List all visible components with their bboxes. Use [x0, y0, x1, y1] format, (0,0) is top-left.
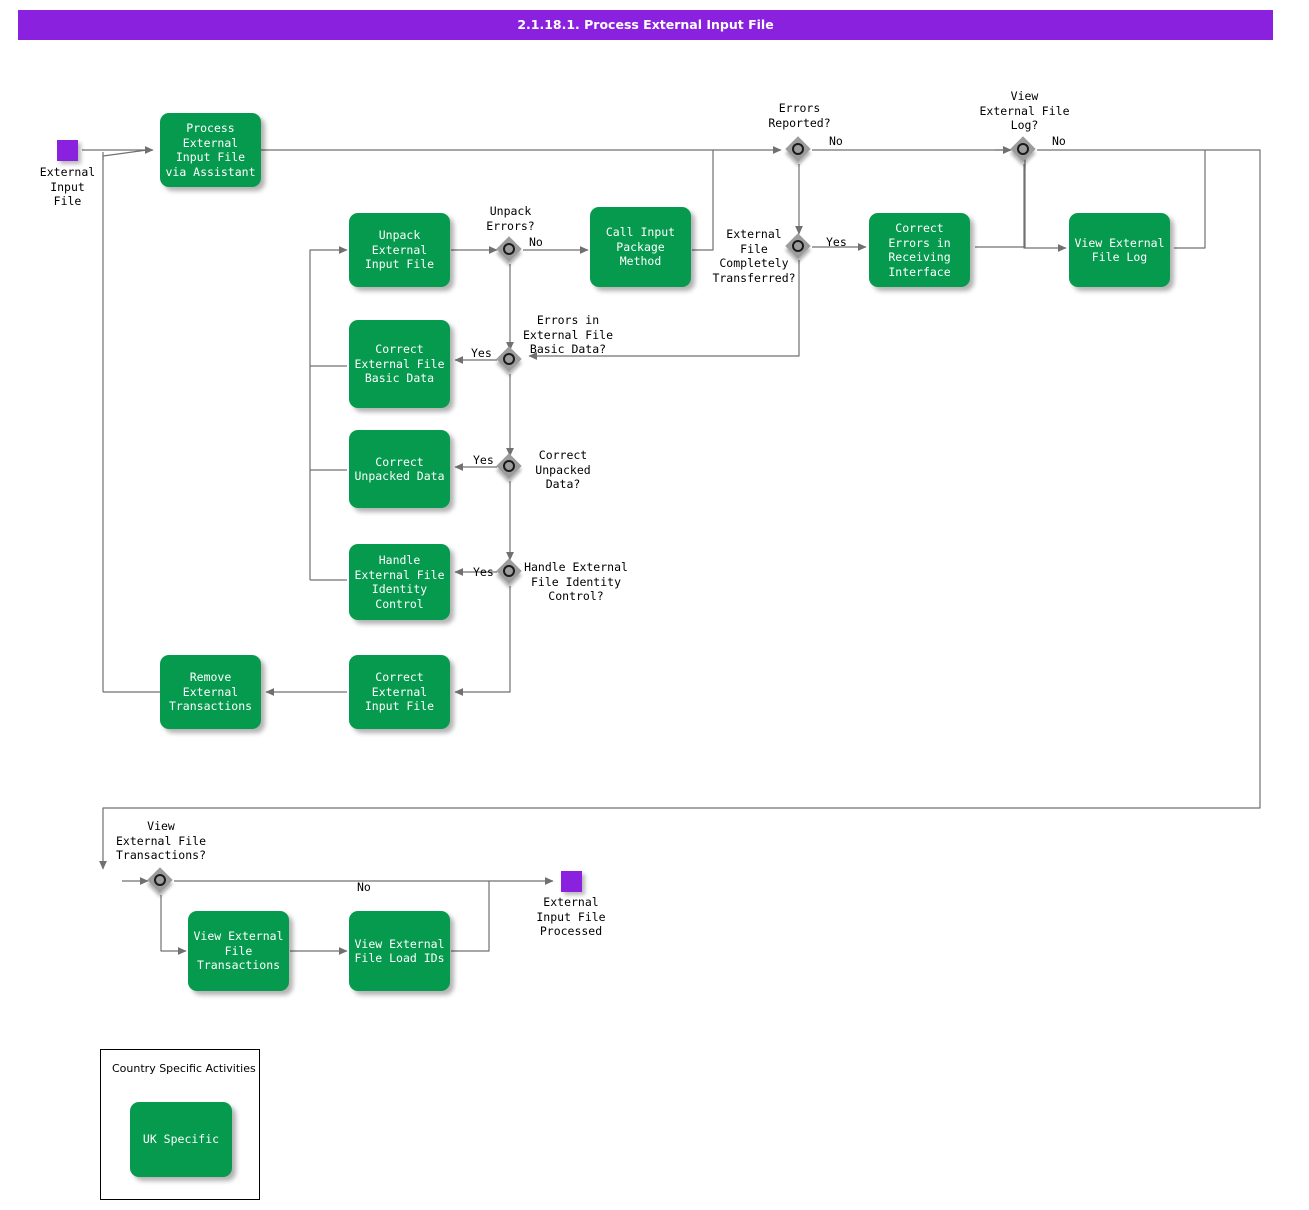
activity-label: Remove External Transactions	[165, 670, 256, 714]
activity-correct-external-input-file[interactable]: Correct External Input File	[349, 655, 450, 729]
edge-label-errors-reported-no: No	[829, 134, 843, 149]
diagram-title-bar: 2.1.18.1. Process External Input File	[18, 10, 1273, 40]
edge-label-view-transactions-no: No	[357, 880, 371, 895]
activity-label: Correct External Input File	[354, 670, 445, 714]
page-title: 2.1.18.1. Process External Input File	[18, 17, 1273, 32]
legend-item-label: UK Specific	[143, 1132, 219, 1147]
decision-label-errors-reported: Errors Reported?	[747, 101, 852, 130]
activity-handle-external-file-identity-control[interactable]: Handle External File Identity Control	[349, 544, 450, 620]
decision-ring-icon	[792, 143, 804, 155]
activity-label: Correct Errors in Receiving Interface	[874, 221, 965, 279]
decision-unpack-errors[interactable]	[497, 237, 523, 263]
activity-correct-unpacked-data[interactable]: Correct Unpacked Data	[349, 430, 450, 508]
edge-label-view-log-no: No	[1052, 134, 1066, 149]
edge-view-transactions-yes	[161, 895, 186, 951]
activity-label: Correct External File Basic Data	[354, 342, 445, 386]
decision-view-external-file-log[interactable]	[1011, 137, 1037, 163]
edge-label-basic-data-yes: Yes	[471, 346, 492, 361]
activity-label: View External File Log	[1074, 236, 1165, 265]
edge-view-log-box-return	[1174, 150, 1205, 248]
edge-load-ids-to-end	[451, 881, 489, 951]
decision-label-view-external-file-transactions: View External File Transactions?	[105, 819, 217, 863]
edge-collector-to-unpack	[310, 250, 347, 580]
edge-label-transferred-yes: Yes	[826, 235, 847, 250]
start-node-label: External Input File	[19, 165, 116, 209]
activity-call-input-package-method[interactable]: Call Input Package Method	[590, 207, 691, 287]
decision-label-handle-external-file-identity-control: Handle External File Identity Control?	[521, 560, 631, 604]
edge-identity-control-no	[455, 586, 510, 692]
legend-item-uk-specific: UK Specific	[130, 1102, 232, 1177]
legend-title: Country Specific Activities	[112, 1062, 256, 1075]
decision-ring-icon	[503, 460, 515, 472]
activity-process-external-input-file-via-assistant[interactable]: Process External Input File via Assistan…	[160, 113, 261, 187]
start-node-external-input-file	[57, 140, 78, 161]
activity-correct-errors-in-receiving-interface[interactable]: Correct Errors in Receiving Interface	[869, 213, 970, 287]
activity-view-external-file-load-ids[interactable]: View External File Load IDs	[349, 911, 450, 991]
activity-label: View External File Transactions	[193, 929, 284, 973]
decision-ring-icon	[503, 243, 515, 255]
end-node-label: External Input File Processed	[512, 895, 630, 939]
activity-remove-external-transactions[interactable]: Remove External Transactions	[160, 655, 261, 729]
decision-handle-external-file-identity-control[interactable]	[497, 559, 523, 585]
decision-ring-icon	[503, 565, 515, 577]
edge-label-unpacked-data-yes: Yes	[473, 453, 494, 468]
activity-label: Correct Unpacked Data	[354, 455, 445, 484]
activity-label: Handle External File Identity Control	[354, 553, 445, 611]
decision-correct-unpacked-data[interactable]	[497, 454, 523, 480]
edge-remove-transactions-loop-left	[103, 150, 147, 692]
edge-view-log-yes	[1024, 164, 1066, 248]
decision-label-unpack-errors: Unpack Errors?	[458, 204, 563, 233]
legend-country-specific-activities: Country Specific Activities UK Specific	[100, 1049, 260, 1200]
decision-label-view-external-file-log: View External File Log?	[972, 89, 1077, 133]
decision-ring-icon	[154, 874, 166, 886]
decision-label-correct-unpacked-data: Correct Unpacked Data?	[527, 448, 599, 492]
decision-ring-icon	[1017, 143, 1029, 155]
edge-label-identity-control-yes: Yes	[473, 565, 494, 580]
edge-correct-errors-up	[975, 165, 1025, 247]
flowchart-canvas: 2.1.18.1. Process External Input File	[0, 0, 1309, 1210]
edge-label-unpack-errors-no: No	[529, 235, 543, 250]
activity-label: View External File Load IDs	[354, 937, 445, 966]
decision-view-external-file-transactions[interactable]	[148, 868, 174, 894]
activity-label: Process External Input File via Assistan…	[165, 121, 256, 179]
activity-view-external-file-log[interactable]: View External File Log	[1069, 213, 1170, 287]
decision-errors-reported[interactable]	[786, 137, 812, 163]
activity-unpack-external-input-file[interactable]: Unpack External Input File	[349, 213, 450, 287]
activity-view-external-file-transactions[interactable]: View External File Transactions	[188, 911, 289, 991]
decision-label-external-file-completely-transferred: External File Completely Transferred?	[704, 227, 804, 285]
activity-label: Unpack External Input File	[354, 228, 445, 272]
activity-correct-external-file-basic-data[interactable]: Correct External File Basic Data	[349, 320, 450, 408]
end-node-external-input-file-processed	[561, 871, 582, 892]
activity-label: Call Input Package Method	[595, 225, 686, 269]
decision-label-errors-in-external-file-basic-data: Errors in External File Basic Data?	[512, 313, 624, 357]
